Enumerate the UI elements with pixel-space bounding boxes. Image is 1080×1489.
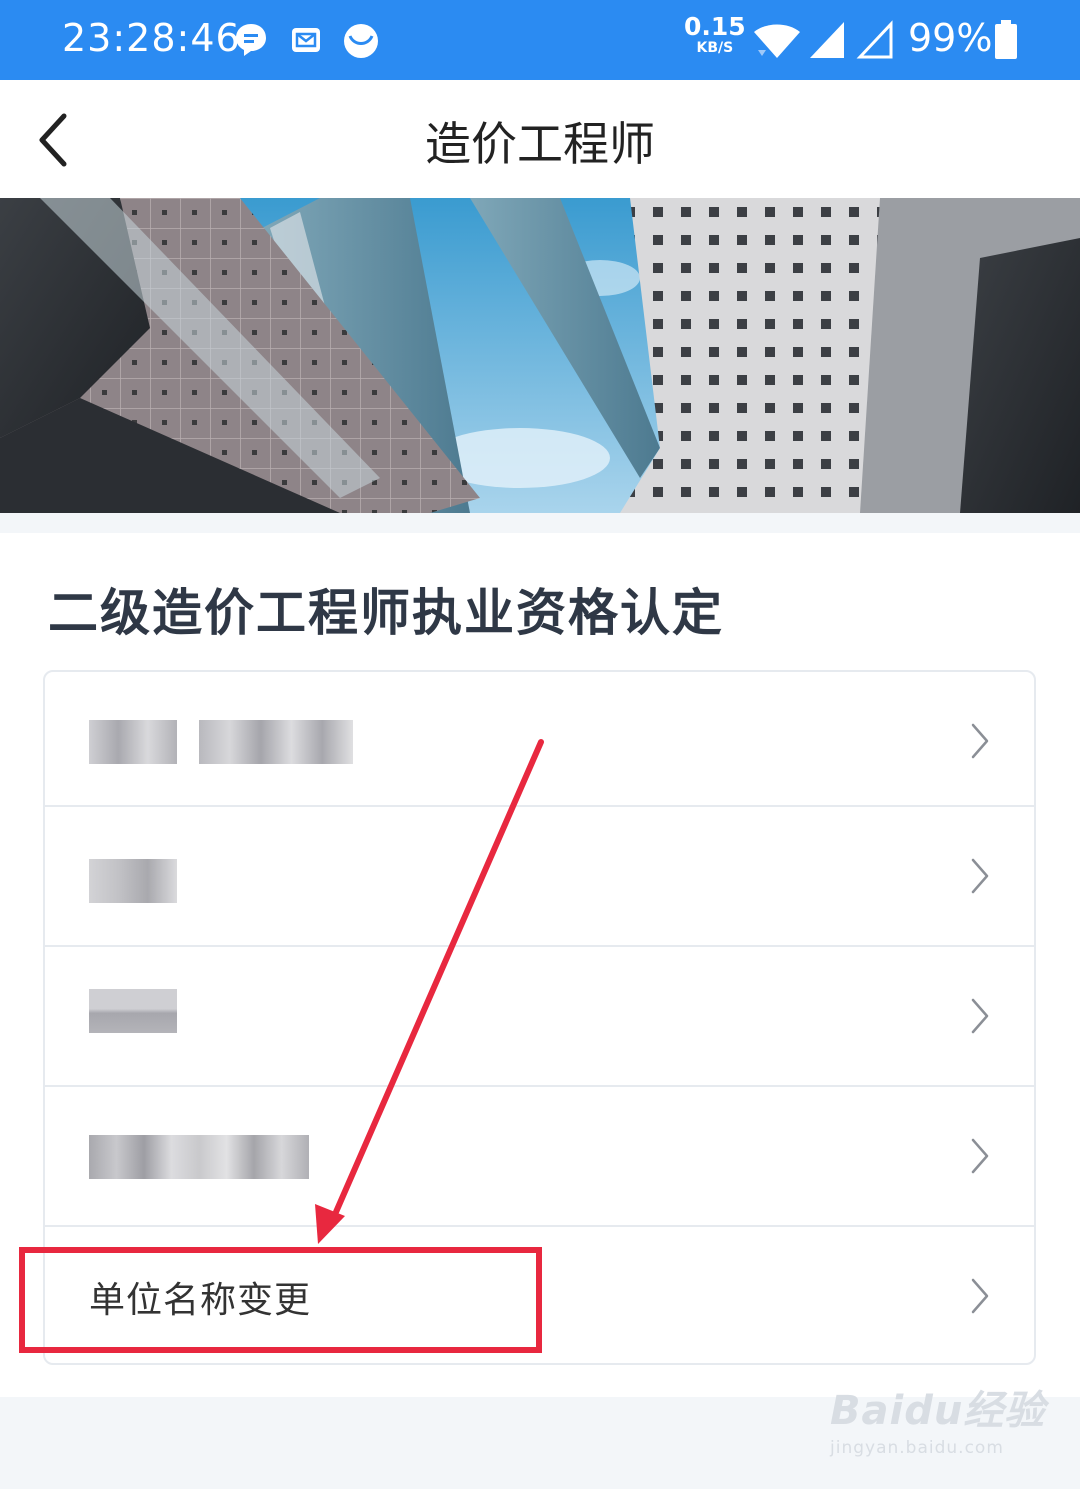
net-speed-unit: KB/S [696, 40, 734, 56]
net-speed-value: 0.15 [684, 12, 746, 41]
watermark-logo: Baidu经验 [830, 1388, 1046, 1434]
signal-empty-icon [856, 20, 893, 59]
blurred-label [89, 1135, 309, 1179]
battery-percent: 99% [908, 16, 993, 60]
list-item[interactable] [45, 672, 1036, 812]
list-item[interactable] [45, 807, 1036, 947]
mail-icon [292, 28, 320, 52]
list-item[interactable] [45, 947, 1036, 1087]
chevron-right-icon [971, 998, 989, 1034]
chat-notification-icon [236, 24, 266, 56]
watermark-url: jingyan.baidu.com [830, 1438, 1004, 1458]
blurred-label [89, 989, 177, 1033]
banner-image [0, 198, 1080, 513]
architecture-skyscrapers-photo [0, 198, 1080, 513]
annotation-highlight-box [19, 1247, 542, 1353]
chevron-right-icon [971, 723, 989, 759]
chevron-right-icon [971, 1278, 989, 1314]
status-bar: 23:28:46 0.15 KB/S 99% [0, 0, 1080, 80]
signal-icon [810, 22, 844, 58]
moon-app-icon [344, 24, 378, 58]
blurred-label [89, 859, 177, 903]
network-speed: 0.15 KB/S [684, 14, 746, 55]
status-time: 23:28:46 [62, 16, 241, 60]
app-header: 造价工程师 [0, 80, 1080, 198]
page-title: 造价工程师 [425, 117, 655, 171]
blurred-label [89, 720, 353, 764]
list-item[interactable] [45, 1087, 1036, 1227]
section-title: 二级造价工程师执业资格认定 [48, 584, 724, 642]
chevron-right-icon [971, 1138, 989, 1174]
watermark: Baidu经验 jingyan.baidu.com [830, 1378, 1045, 1458]
battery-icon [995, 20, 1017, 59]
wifi-icon [754, 24, 800, 58]
chevron-right-icon [971, 858, 989, 894]
